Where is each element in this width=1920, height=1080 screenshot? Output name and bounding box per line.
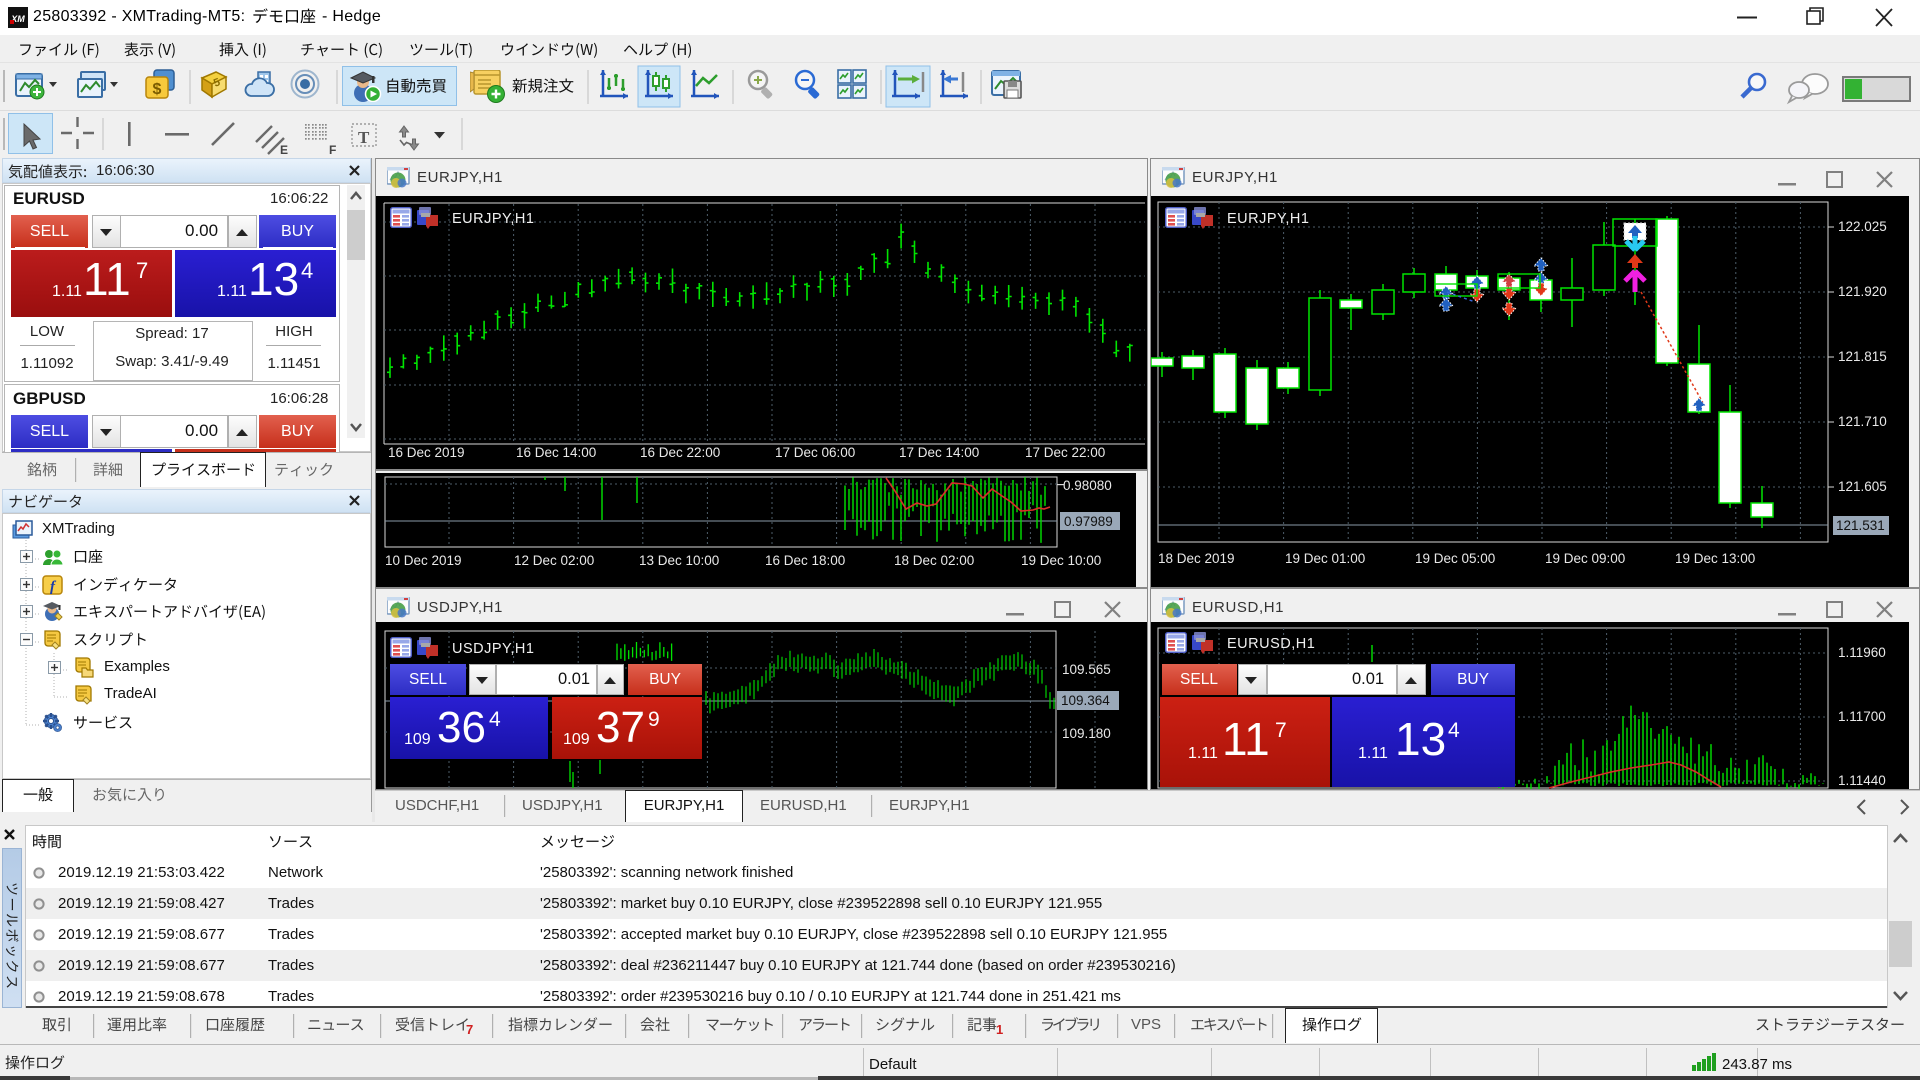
svg-text:T: T	[358, 128, 370, 147]
svg-text:F: F	[329, 143, 336, 157]
svg-text:E: E	[280, 143, 288, 157]
svg-text:USDJPY,H1: USDJPY,H1	[452, 641, 534, 657]
svg-text:EURJPY,H1: EURJPY,H1	[1227, 211, 1309, 227]
svg-text:EURUSD,H1: EURUSD,H1	[1227, 636, 1315, 652]
svg-text:EURJPY,H1: EURJPY,H1	[452, 211, 534, 227]
